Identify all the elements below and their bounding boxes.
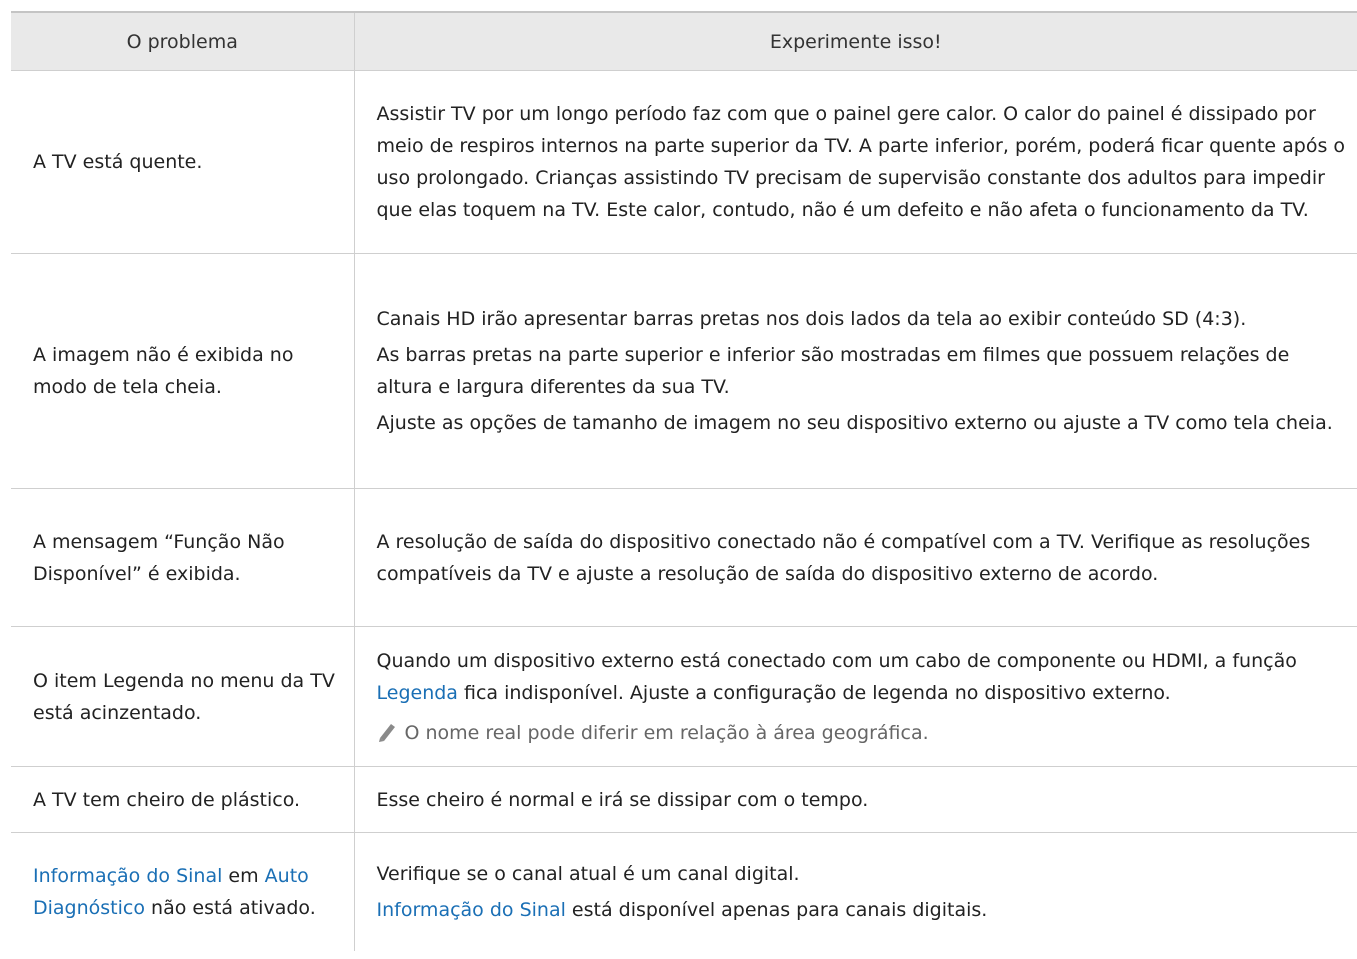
problem-cell: A TV tem cheiro de plástico. [11, 766, 354, 833]
table-row: O item Legenda no menu da TV está acinze… [11, 626, 1357, 767]
pencil-icon [377, 721, 397, 743]
table-header-row: O problema Experimente isso! [11, 11, 1357, 71]
problem-cell: O item Legenda no menu da TV está acinze… [11, 626, 354, 767]
table-row: Informação do Sinal em Auto Diagnóstico … [11, 832, 1357, 951]
solution-text: Informação do Sinal está disponível apen… [377, 894, 1350, 926]
solution-text: Verifique se o canal atual é um canal di… [376, 862, 800, 885]
solution-text: Esse cheiro é normal e irá se dissipar c… [376, 788, 869, 811]
solution-cell: Verifique se o canal atual é um canal di… [353, 832, 1357, 951]
solution-text-before: Quando um dispositivo externo está conec… [376, 649, 1297, 672]
header-problem: O problema [11, 11, 354, 71]
solution-text: A resolução de saída do dispositivo cone… [376, 530, 1311, 585]
solution-text-after: está disponível apenas para canais digit… [565, 898, 988, 921]
solution-text: Assistir TV por um longo período faz com… [376, 103, 1346, 221]
solution-cell: Esse cheiro é normal e irá se dissipar c… [353, 766, 1357, 833]
problem-cell: A mensagem “Função Não Disponível” é exi… [11, 488, 354, 627]
signal-info-link[interactable]: Informação do Sinal [33, 865, 222, 887]
table-row: A TV está quente. Assistir TV por um lon… [11, 70, 1357, 254]
problem-cell: Informação do Sinal em Auto Diagnóstico … [11, 833, 354, 951]
solution-text: As barras pretas na parte superior e inf… [376, 344, 1290, 398]
signal-info-link[interactable]: Informação do Sinal [377, 899, 566, 921]
solution-text-after: fica indisponível. Ajuste a configuração… [457, 681, 1171, 704]
note-text: O nome real pode diferir em relação à ár… [404, 721, 929, 744]
table-row: A mensagem “Função Não Disponível” é exi… [11, 488, 1357, 627]
problem-text-mid: em [222, 864, 265, 887]
solution-cell: A resolução de saída do dispositivo cone… [353, 488, 1357, 627]
troubleshooting-table: O problema Experimente isso! A TV está q… [11, 11, 1357, 951]
solution-text: Quando um dispositivo externo está conec… [377, 645, 1350, 709]
solution-cell: Quando um dispositivo externo está conec… [353, 626, 1357, 767]
header-solution: Experimente isso! [353, 11, 1357, 71]
note: O nome real pode diferir em relação à ár… [377, 717, 1350, 749]
solution-text: Canais HD irão apresentar barras pretas … [376, 308, 1247, 330]
table-row: A TV tem cheiro de plástico. Esse cheiro… [11, 766, 1357, 833]
problem-cell: A imagem não é exibida no modo de tela c… [11, 253, 354, 489]
solution-cell: Canais HD irão apresentar barras pretas … [353, 253, 1357, 489]
legenda-link[interactable]: Legenda [377, 682, 458, 704]
solution-text: Ajuste as opções de tamanho de imagem no… [376, 412, 1333, 434]
solution-cell: Assistir TV por um longo período faz com… [353, 70, 1357, 254]
problem-text-after: não está ativado. [144, 896, 316, 919]
problem-cell: A TV está quente. [11, 70, 354, 254]
table-row: A imagem não é exibida no modo de tela c… [11, 253, 1357, 489]
